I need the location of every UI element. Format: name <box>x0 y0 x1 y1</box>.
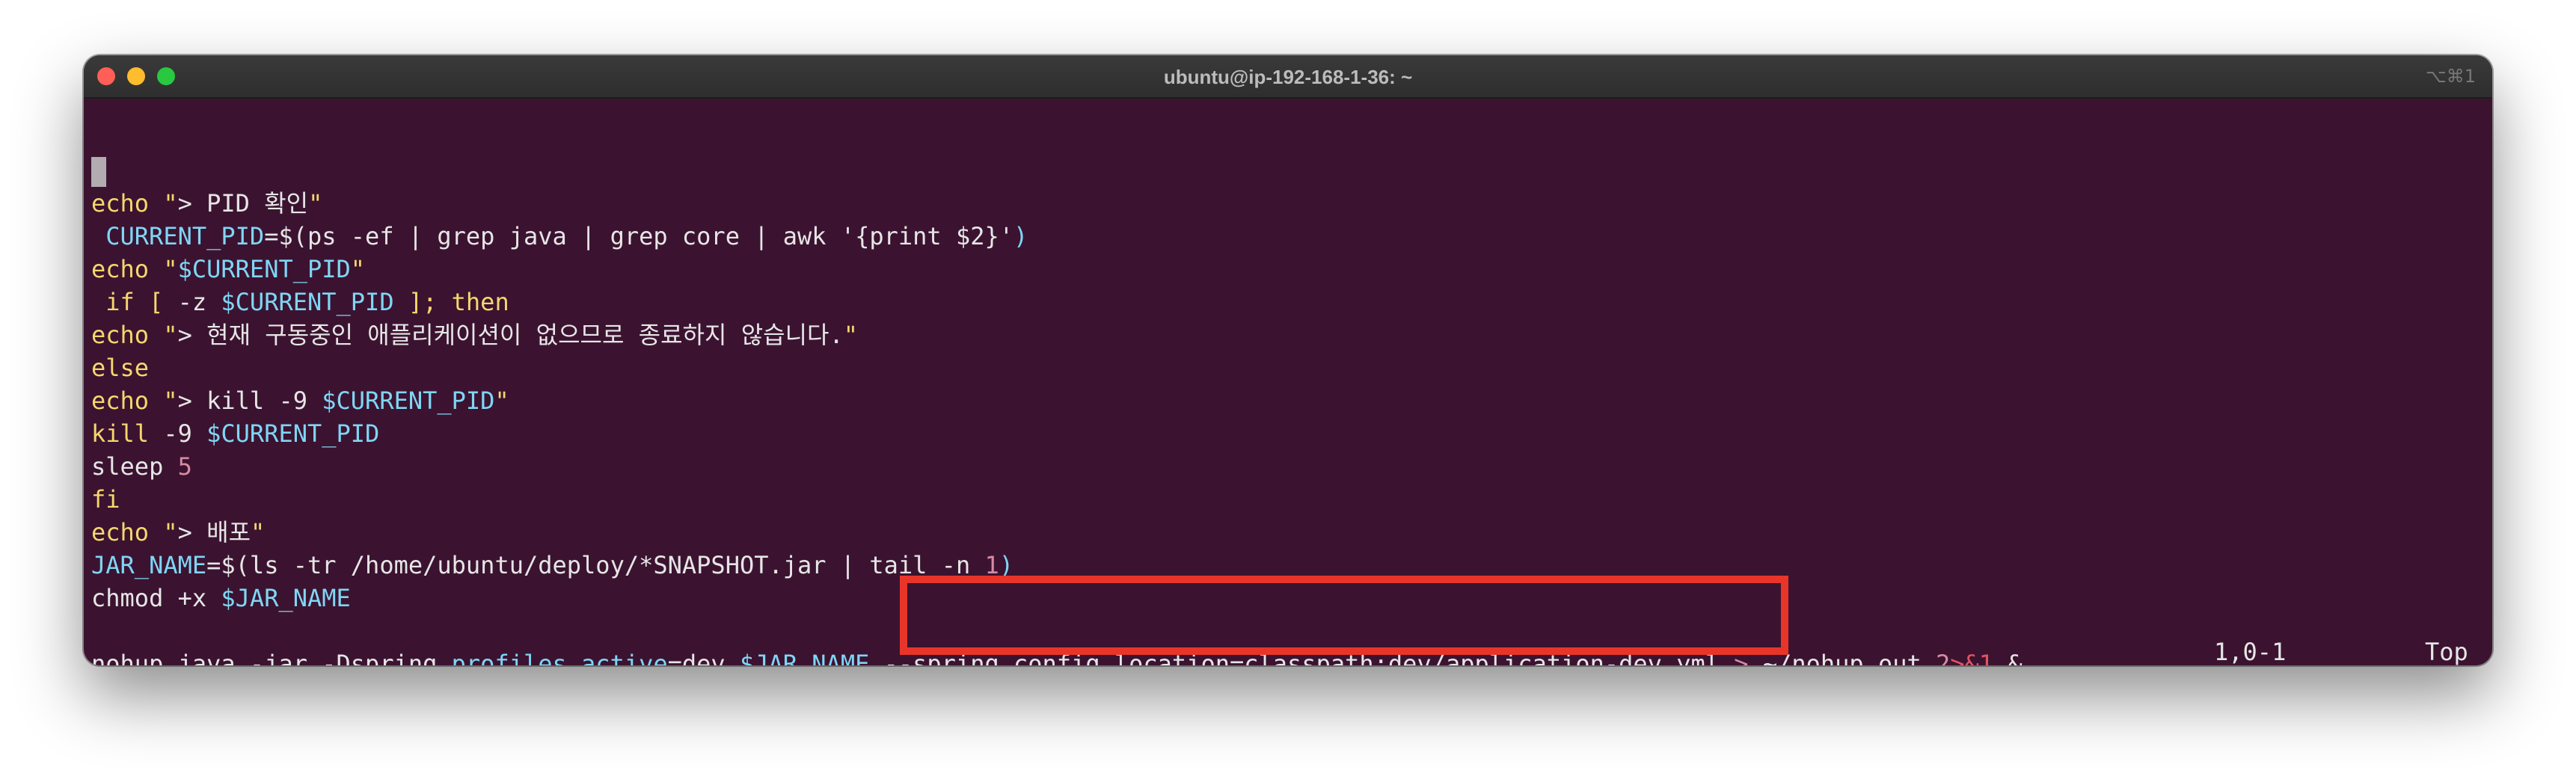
code-token: =$( <box>206 551 250 579</box>
code-line: CURRENT_PID=$(ps -ef | grep java | grep … <box>91 220 1028 253</box>
code-token: & <box>1993 650 2023 665</box>
title-bar[interactable]: ubuntu@ip-192-168-1-36: ~ ⌥⌘1 <box>84 55 2492 99</box>
code-token: ' <box>999 222 1013 250</box>
code-token: $CURRENT_PID <box>206 419 380 448</box>
code-token: echo <box>91 518 150 546</box>
text-cursor <box>91 157 106 187</box>
code-token: =$( <box>264 222 307 250</box>
code-token: echo <box>91 321 150 349</box>
window-shortcut: ⌥⌘1 <box>2426 66 2476 87</box>
terminal-content[interactable]: echo "> PID 확인" CURRENT_PID=$(ps -ef | g… <box>84 97 2492 665</box>
code-line: echo "> 배포" <box>91 516 265 549</box>
code-token: 5 <box>177 452 192 481</box>
code-line: JAR_NAME=$(ls -tr /home/ubuntu/deploy/*S… <box>91 549 1013 582</box>
code-token: $JAR_NAME <box>739 650 870 665</box>
code-token: > PID 확인 <box>177 189 309 218</box>
code-token: -9 <box>149 419 207 448</box>
code-token: ]; then <box>393 288 509 316</box>
code-token: else <box>91 354 150 382</box>
code-token: nohup java -jar -Dspring. <box>91 650 452 665</box>
code-token: " <box>149 387 178 415</box>
code-token: if [ <box>91 288 178 316</box>
code-token: chmod +x <box>91 584 221 612</box>
scroll-indicator: Top <box>2425 638 2468 665</box>
code-token: fi <box>91 485 120 514</box>
code-line: echo "> kill -9 $CURRENT_PID" <box>91 384 509 417</box>
terminal-window[interactable]: ubuntu@ip-192-168-1-36: ~ ⌥⌘1 echo "> PI… <box>84 55 2492 665</box>
code-token: " <box>308 189 323 218</box>
code-token: " <box>494 387 509 415</box>
code-line: kill -9 $CURRENT_PID <box>91 417 379 450</box>
cursor-position: 1,0-1 <box>2214 638 2287 665</box>
code-token: JAR_NAME <box>91 551 207 579</box>
code-token: --spring.config.location=classpath:dev/a… <box>869 650 1720 665</box>
code-line: echo "$CURRENT_PID" <box>91 253 365 286</box>
code-token: >&1 <box>1950 650 1994 665</box>
code-token: -z <box>177 288 221 316</box>
code-token: " <box>251 518 266 546</box>
code-line: if [ -z $CURRENT_PID ]; then <box>91 286 509 318</box>
code-token: ps -ef | grep java | grep core | awk ' <box>307 222 856 250</box>
code-token: " <box>843 321 858 349</box>
code-line: echo "> 현재 구동중인 애플리케이션이 없으므로 종료하지 않습니다." <box>91 318 858 351</box>
code-token: " <box>149 518 178 546</box>
code-token: sleep <box>91 452 178 481</box>
code-token: echo <box>91 189 150 218</box>
code-token: > 배포 <box>177 518 251 546</box>
code-line: nohup java -jar -Dspring.profiles.active… <box>91 647 2023 665</box>
code-token: ~/nohup.out <box>1762 650 1936 665</box>
code-token: ) <box>999 551 1013 579</box>
code-line: echo "> PID 확인" <box>91 187 322 220</box>
code-token: kill <box>91 419 150 448</box>
code-token: > 현재 구동중인 애플리케이션이 없으므로 종료하지 않습니다. <box>177 321 844 349</box>
code-token: $CURRENT_PID <box>177 255 351 283</box>
code-token: " <box>149 321 178 349</box>
code-line: chmod +x $JAR_NAME <box>91 582 351 615</box>
code-token: 1 <box>984 551 999 579</box>
code-token: $CURRENT_PID <box>322 387 495 415</box>
code-line: else <box>91 351 149 384</box>
code-token: echo <box>91 387 150 415</box>
code-token: $JAR_NAME <box>221 584 351 612</box>
code-token: > kill -9 <box>177 387 322 415</box>
code-token: " <box>350 255 366 283</box>
code-token: =dev <box>667 650 740 665</box>
code-token: " <box>149 255 178 283</box>
code-token: " <box>149 189 178 218</box>
code-token: 2 <box>1936 650 1951 665</box>
code-token: CURRENT_PID <box>91 222 265 250</box>
code-token: echo <box>91 255 150 283</box>
code-token: > <box>1720 650 1763 665</box>
code-token: ) <box>1013 222 1028 250</box>
code-token: $CURRENT_PID <box>221 288 394 316</box>
window-title: ubuntu@ip-192-168-1-36: ~ <box>1163 66 1413 88</box>
code-token: {print $2} <box>855 222 999 250</box>
code-line: fi <box>91 483 120 516</box>
code-token: ls -tr /home/ubuntu/deploy/*SNAPSHOT.jar… <box>249 551 985 579</box>
code-token: profiles.active <box>451 650 668 665</box>
code-line: sleep 5 <box>91 450 192 483</box>
